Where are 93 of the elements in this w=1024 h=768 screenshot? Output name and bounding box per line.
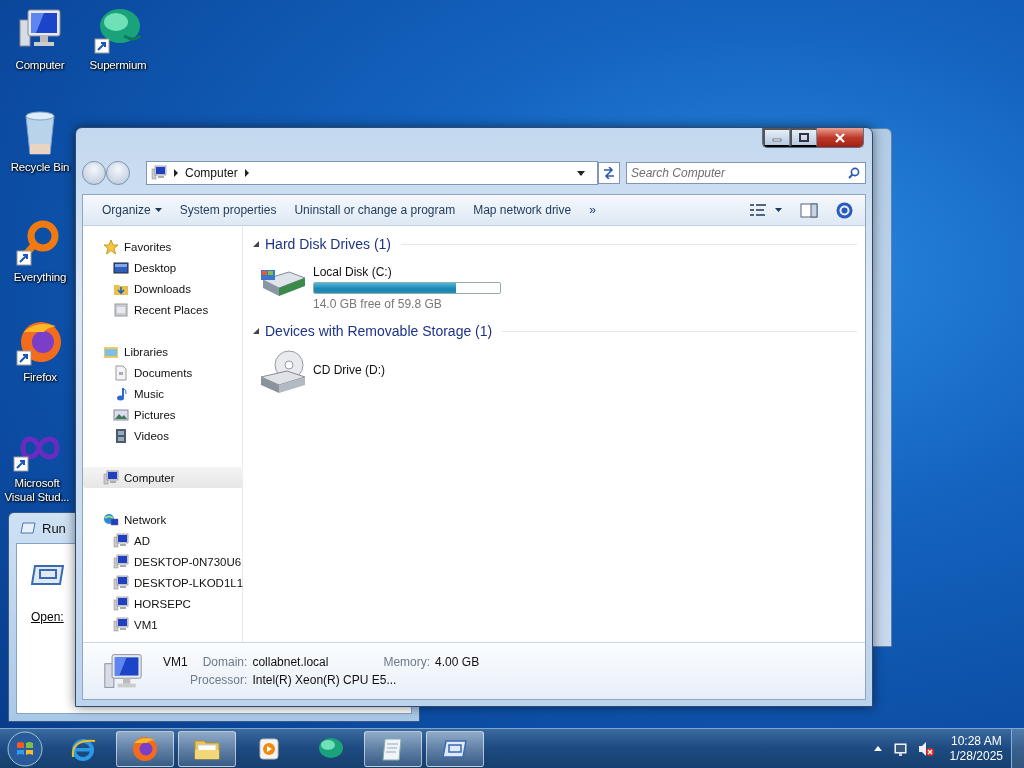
detail-label: Processor: [189,673,248,687]
nav-item[interactable]: Music [83,383,242,404]
taskbar-button[interactable] [116,730,174,767]
document-icon [113,364,129,381]
free-space-text: 14.0 GB free of 59.8 GB [313,297,443,311]
detail-label: Domain: [202,655,248,669]
close-button[interactable] [817,128,863,147]
nav-item[interactable]: Libraries [83,341,242,362]
nav-item[interactable]: Computer [83,467,243,488]
toolbar-button[interactable]: Uninstall or change a program [285,198,465,222]
computer-icon [113,574,129,591]
detail-value: Intel(R) Xeon(R) CPU E5... [252,673,398,687]
computer-name: VM1 [163,655,188,669]
nav-item[interactable]: Videos [83,425,242,446]
taskbar-button[interactable] [178,730,236,767]
collapse-triangle-icon[interactable] [253,241,259,247]
close-icon [834,132,846,143]
run-window-icon [31,564,65,586]
pictures-icon [113,406,129,423]
search-field[interactable]: Search Computer [626,162,866,184]
speaker-muted-icon[interactable] [917,740,934,757]
refresh-button[interactable] [598,162,620,184]
toolbar-button[interactable]: System properties [170,198,286,222]
computer-icon [101,651,145,691]
collapse-triangle-icon[interactable] [253,328,259,334]
desktop-icon-label[interactable]: Supermium [89,58,147,72]
nav-item[interactable]: Network [83,509,242,530]
clock-date[interactable]: 1/28/2025 [949,748,1003,764]
chevron-icon [243,169,250,177]
computer-icon [113,616,129,633]
group-heading: Devices with Removable Storage (1) [265,323,493,339]
computer-icon [113,553,129,570]
desktop-icon-label[interactable]: Firefox [23,370,57,384]
chevron-icon [173,169,179,177]
nav-item[interactable]: VM1 [83,614,242,635]
desktop-icon-label[interactable]: Computer [15,58,65,72]
nav-item[interactable]: Desktop [83,257,242,278]
nav-item[interactable]: Pictures [83,404,242,425]
address-bar[interactable]: Computer [146,161,598,185]
computer-icon [113,532,129,549]
drive-name[interactable]: Local Disk (C:) [313,265,501,279]
nav-item[interactable]: HORSEPC [83,593,242,614]
desktop-icon-label[interactable]: Everything [13,270,67,284]
dropdown-arrow-icon [154,208,162,212]
film-icon [113,427,129,444]
maximize-button[interactable] [790,128,817,147]
detail-label: Memory: [383,655,431,669]
network-icon[interactable] [891,740,908,757]
show-desktop-button[interactable] [1011,728,1024,768]
nav-item[interactable]: Favorites [83,236,242,257]
view-list-icon [749,203,767,217]
start-orb-icon[interactable] [7,730,43,767]
nav-item[interactable]: Downloads [83,278,242,299]
computer-icon [103,469,119,486]
toolbar-button[interactable]: Map network drive [464,198,581,222]
computer-icon [151,165,167,181]
run-icon [20,521,36,535]
forward-button[interactable] [106,161,130,185]
desktop-icon [113,259,129,276]
network-icon [103,511,119,528]
detail-value: 4.00 GB [435,655,480,669]
drive-name[interactable]: CD Drive (D:) [313,363,385,377]
view-options-button[interactable] [749,203,782,217]
dropdown-arrow-icon [577,170,585,176]
maximize-icon [798,132,810,143]
sphere-icon-shortcut[interactable] [94,6,142,54]
cd-drive-icon [259,349,307,395]
taskbar-button[interactable] [426,730,484,767]
nav-item[interactable]: Recent Places [83,299,242,320]
clock-time[interactable]: 10:28 AM [950,733,1002,749]
breadcrumb[interactable]: Computer [185,166,238,180]
nav-item[interactable]: DESKTOP-LKOD1L1 [83,572,242,593]
back-button[interactable] [82,161,106,185]
minimize-button[interactable] [763,128,790,147]
up-arrow-icon[interactable] [873,746,882,751]
star-icon [103,238,119,255]
taskbar-button[interactable] [364,730,422,767]
dropdown-arrow-icon [775,208,782,212]
dialog-title: Run [42,520,66,536]
preview-pane-icon[interactable] [800,202,818,218]
fox-globe-icon [131,734,159,763]
detail-value: collabnet.local [252,655,329,669]
desktop-icon-label[interactable]: Recycle Bin [10,160,70,174]
toolbar-button[interactable]: » [580,198,605,222]
computer-icon [113,595,129,612]
refresh-icon [602,167,616,179]
nav-item[interactable]: DESKTOP-0N730U6 [83,551,242,572]
nav-item[interactable]: AD [83,530,242,551]
nav-item[interactable]: Documents [83,362,242,383]
open-label: Open: [31,610,65,624]
toolbar-button[interactable]: Organize [93,198,171,222]
desktop-icon-label[interactable]: Microsoft Visual Stud... [1,476,73,504]
group-heading: Hard Disk Drives (1) [265,236,391,252]
